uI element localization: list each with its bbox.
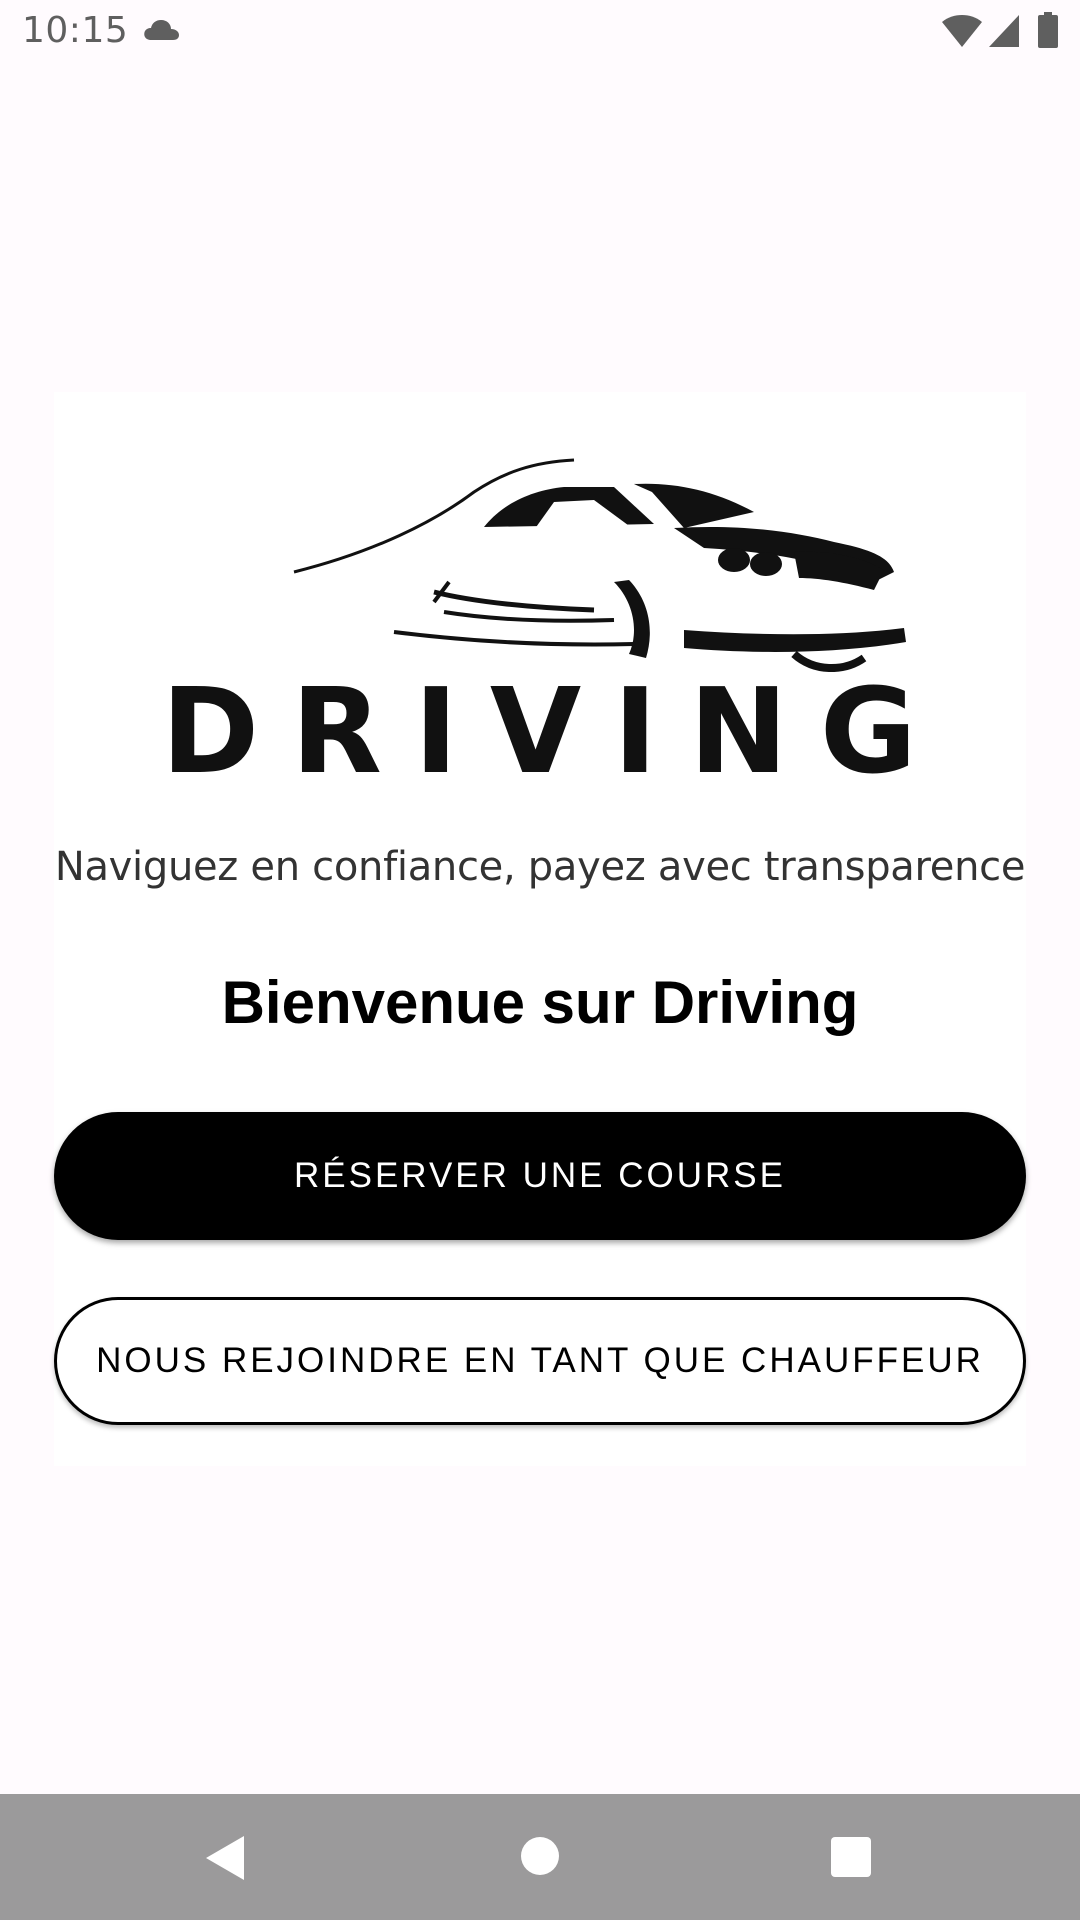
wifi-icon xyxy=(942,15,982,47)
screen: 10:15 DRIVING Naviguez en confiance, pay… xyxy=(0,0,1080,1920)
status-bar: 10:15 xyxy=(0,0,1080,64)
status-time: 10:15 xyxy=(22,10,129,51)
navigation-bar xyxy=(0,1794,1080,1920)
signal-icon xyxy=(989,15,1019,47)
home-icon[interactable] xyxy=(520,1836,560,1876)
recents-icon[interactable] xyxy=(830,1836,872,1878)
book-ride-button[interactable]: RÉSERVER UNE COURSE xyxy=(54,1112,1026,1240)
back-icon[interactable] xyxy=(204,1834,246,1882)
logo-wordmark: DRIVING xyxy=(161,662,949,800)
battery-icon xyxy=(1038,12,1058,48)
driving-logo: DRIVING Naviguez en confiance, payez ave… xyxy=(54,392,1026,912)
join-as-driver-label: NOUS REJOINDRE EN TANT QUE CHAUFFEUR xyxy=(96,1341,984,1380)
cloud-icon xyxy=(144,20,179,40)
car-icon xyxy=(293,458,906,672)
book-ride-label: RÉSERVER UNE COURSE xyxy=(293,1156,786,1195)
join-as-driver-button[interactable]: NOUS REJOINDRE EN TANT QUE CHAUFFEUR xyxy=(54,1297,1026,1425)
welcome-title: Bienvenue sur Driving xyxy=(221,969,859,1036)
logo-tagline: Naviguez en confiance, payez avec transp… xyxy=(54,844,1026,890)
